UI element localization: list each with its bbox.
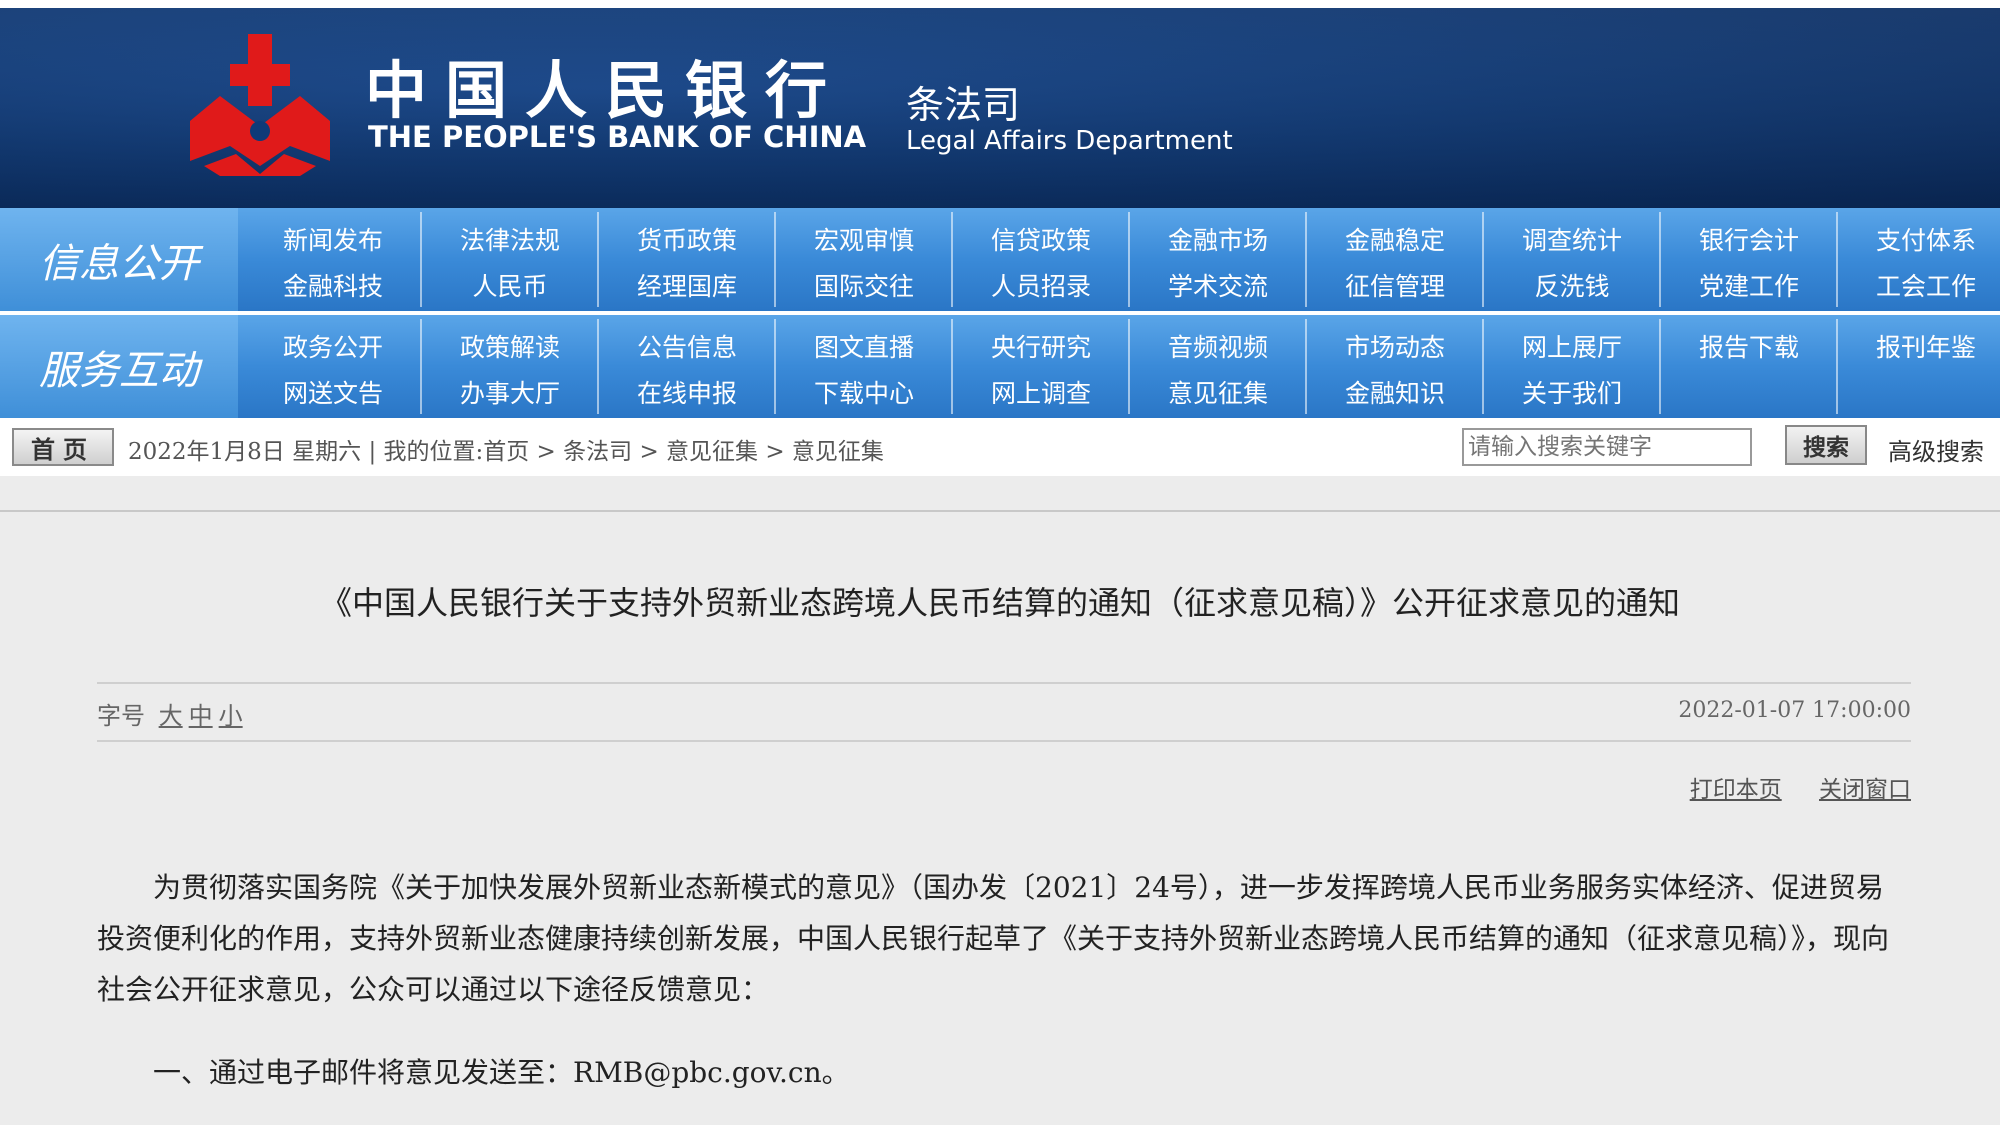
nav-item[interactable]: 办事大厅 [422, 369, 598, 415]
nav-item[interactable]: 意见征集 [1130, 369, 1306, 415]
nav-item[interactable]: 人员招录 [953, 262, 1129, 308]
font-size-label: 字号 [97, 702, 145, 730]
nav-group-service: 服务互动 政务公开 政策解读 公告信息 图文直播 央行研究 音频视频 市场动态 网上展厅 报告下… [0, 315, 2000, 418]
font-size-selector: 字号 大中小 [97, 696, 243, 731]
close-window-link[interactable]: 关闭窗口 [1819, 777, 1911, 803]
department-name-en: Legal Affairs Department [906, 126, 1233, 156]
nav-item[interactable]: 信贷政策 [953, 216, 1129, 262]
nav-item[interactable]: 报刊年鉴 [1838, 323, 2000, 369]
nav-item[interactable]: 学术交流 [1130, 262, 1306, 308]
nav-item[interactable]: 反洗钱 [1484, 262, 1660, 308]
publish-date: 2022-01-07 17:00:00 [1678, 698, 1911, 723]
nav-group-label: 服务互动 [0, 315, 238, 418]
breadcrumb: 2022年1月8日 星期六 | 我的位置:首页 > 条法司 > 意见征集 > 意… [128, 432, 884, 466]
search-button[interactable]: 搜索 [1785, 425, 1867, 465]
pboc-logo-icon[interactable] [180, 26, 340, 176]
nav-item[interactable]: 关于我们 [1484, 369, 1660, 415]
nav-item[interactable]: 宏观审慎 [776, 216, 952, 262]
advanced-search-link[interactable]: 高级搜索 [1888, 432, 1984, 467]
article-title: 《中国人民银行关于支持外贸新业态跨境人民币结算的通知（征求意见稿）》公开征求意见… [319, 584, 1680, 622]
nav-item[interactable]: 新闻发布 [245, 216, 421, 262]
breadcrumb-separator: | [368, 439, 384, 465]
nav-item[interactable]: 金融知识 [1307, 369, 1483, 415]
nav-item[interactable]: 政策解读 [422, 323, 598, 369]
nav-item[interactable]: 金融市场 [1130, 216, 1306, 262]
breadcrumb-path[interactable]: 我的位置:首页 > 条法司 > 意见征集 > 意见征集 [384, 439, 884, 465]
nav-item[interactable]: 央行研究 [953, 323, 1129, 369]
nav-item[interactable]: 调查统计 [1484, 216, 1660, 262]
nav-item[interactable]: 下载中心 [776, 369, 952, 415]
article-list-item: 一、通过电子邮件将意见发送至：RMB@pbc.gov.cn。 [153, 1056, 850, 1089]
nav-item[interactable]: 网送文告 [245, 369, 421, 415]
nav-item[interactable]: 法律法规 [422, 216, 598, 262]
nav-item[interactable]: 征信管理 [1307, 262, 1483, 308]
nav-item[interactable]: 银行会计 [1661, 216, 1837, 262]
nav-item[interactable]: 图文直播 [776, 323, 952, 369]
print-page-link[interactable]: 打印本页 [1690, 777, 1782, 803]
nav-item[interactable]: 公告信息 [599, 323, 775, 369]
nav-item[interactable]: 金融稳定 [1307, 216, 1483, 262]
nav-item[interactable]: 金融科技 [245, 262, 421, 308]
nav-item[interactable]: 音频视频 [1130, 323, 1306, 369]
divider [97, 682, 1911, 684]
current-date: 2022年1月8日 星期六 [128, 439, 362, 465]
site-banner: 中国人民银行 THE PEOPLE'S BANK OF CHINA 条法司 Le… [0, 8, 2000, 208]
department-name-cn: 条法司 [906, 83, 1021, 127]
font-size-small[interactable]: 小 [219, 702, 243, 730]
nav-item[interactable]: 人民币 [422, 262, 598, 308]
search-input[interactable] [1462, 428, 1752, 466]
article-tools: 打印本页 关闭窗口 [1660, 770, 1911, 804]
divider [97, 740, 1911, 742]
nav-item[interactable]: 国际交往 [776, 262, 952, 308]
breadcrumb-bar: 首页 2022年1月8日 星期六 | 我的位置:首页 > 条法司 > 意见征集 … [0, 418, 2000, 476]
nav-item[interactable]: 支付体系 [1838, 216, 2000, 262]
nav-item[interactable]: 货币政策 [599, 216, 775, 262]
nav-item[interactable]: 网上展厅 [1484, 323, 1660, 369]
divider [0, 510, 2000, 512]
nav-item[interactable]: 政务公开 [245, 323, 421, 369]
nav-item[interactable]: 在线申报 [599, 369, 775, 415]
main-navigation: 信息公开 新闻发布 法律法规 货币政策 宏观审慎 信贷政策 金融市场 金融稳定 调查统计 银行会… [0, 208, 2000, 418]
brand-name-en: THE PEOPLE'S BANK OF CHINA [368, 120, 867, 154]
nav-group-info: 信息公开 新闻发布 法律法规 货币政策 宏观审慎 信贷政策 金融市场 金融稳定 调查统计 银行会… [0, 208, 2000, 311]
top-strip [0, 0, 2000, 8]
nav-item[interactable]: 市场动态 [1307, 323, 1483, 369]
article-body: 为贯彻落实国务院《关于加快发展外贸新业态新模式的意见》（国办发〔2021〕24号… [97, 862, 1911, 1098]
nav-item[interactable]: 网上调查 [953, 369, 1129, 415]
article-paragraph: 为贯彻落实国务院《关于加快发展外贸新业态新模式的意见》（国办发〔2021〕24号… [97, 871, 1890, 1006]
nav-group-label: 信息公开 [0, 208, 238, 311]
nav-item[interactable]: 工会工作 [1838, 262, 2000, 308]
home-button[interactable]: 首页 [12, 428, 114, 466]
nav-item[interactable]: 党建工作 [1661, 262, 1837, 308]
font-size-large[interactable]: 大 [159, 702, 183, 730]
brand-name-cn: 中国人民银行 [365, 54, 846, 127]
font-size-medium[interactable]: 中 [189, 702, 213, 730]
nav-item[interactable]: 经理国库 [599, 262, 775, 308]
nav-item[interactable]: 报告下载 [1661, 323, 1837, 369]
